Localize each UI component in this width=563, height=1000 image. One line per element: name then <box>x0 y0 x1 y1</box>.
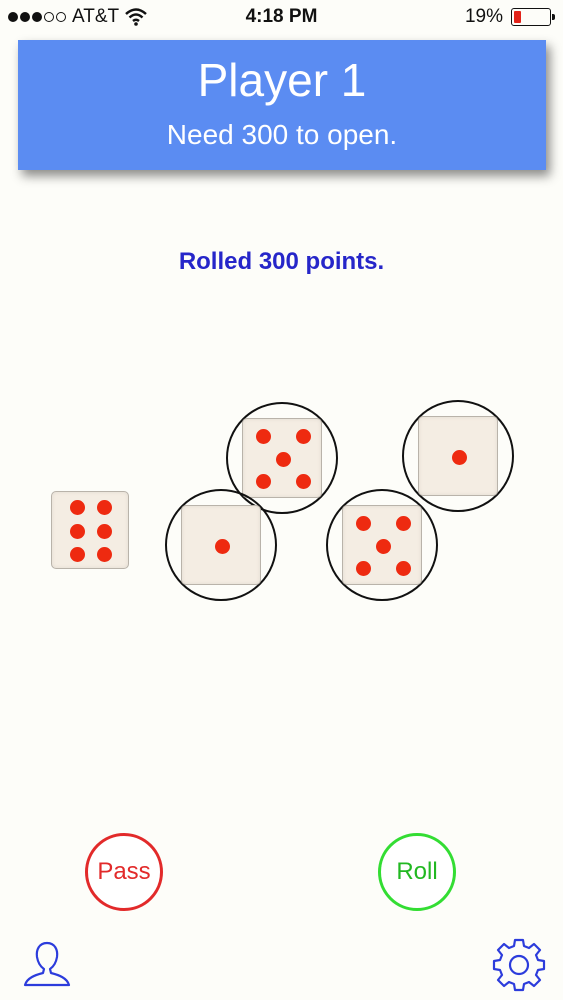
die-pip <box>96 500 112 516</box>
status-right: 19% <box>464 6 555 28</box>
die[interactable] <box>418 416 498 496</box>
die-pip <box>70 546 86 562</box>
die-pip <box>295 473 311 489</box>
die-pip <box>275 451 291 467</box>
die-pip <box>451 449 467 465</box>
battery-icon <box>511 8 555 26</box>
battery-percent: 19% <box>464 6 503 27</box>
die-pip <box>255 473 271 489</box>
die-pip <box>355 516 371 532</box>
roll-message: Rolled 300 points. <box>178 248 385 275</box>
die-pip <box>255 429 271 445</box>
die-pip <box>70 500 86 516</box>
die-pip <box>96 523 112 539</box>
pass-button[interactable]: Pass <box>85 833 163 911</box>
player-header: Player 1 Need 300 to open. <box>18 40 546 170</box>
die[interactable] <box>242 418 322 498</box>
die-pip <box>96 546 112 562</box>
status-bar: AT&T 4:18 PM 19% <box>0 0 563 36</box>
gear-icon[interactable] <box>492 938 546 992</box>
die-pip <box>375 538 391 554</box>
die-pip <box>295 429 311 445</box>
player-subtitle: Need 300 to open. <box>166 119 398 150</box>
die-pip <box>214 538 230 554</box>
die[interactable] <box>181 505 261 585</box>
die-pip <box>70 523 86 539</box>
die[interactable] <box>342 505 422 585</box>
roll-button[interactable]: Roll <box>378 833 456 911</box>
die-pip <box>395 516 411 532</box>
profile-icon[interactable] <box>20 938 74 992</box>
die-pip <box>395 560 411 576</box>
player-title: Player 1 <box>197 54 367 106</box>
die-pip <box>355 560 371 576</box>
die[interactable] <box>51 491 129 569</box>
battery-fill <box>514 11 521 23</box>
